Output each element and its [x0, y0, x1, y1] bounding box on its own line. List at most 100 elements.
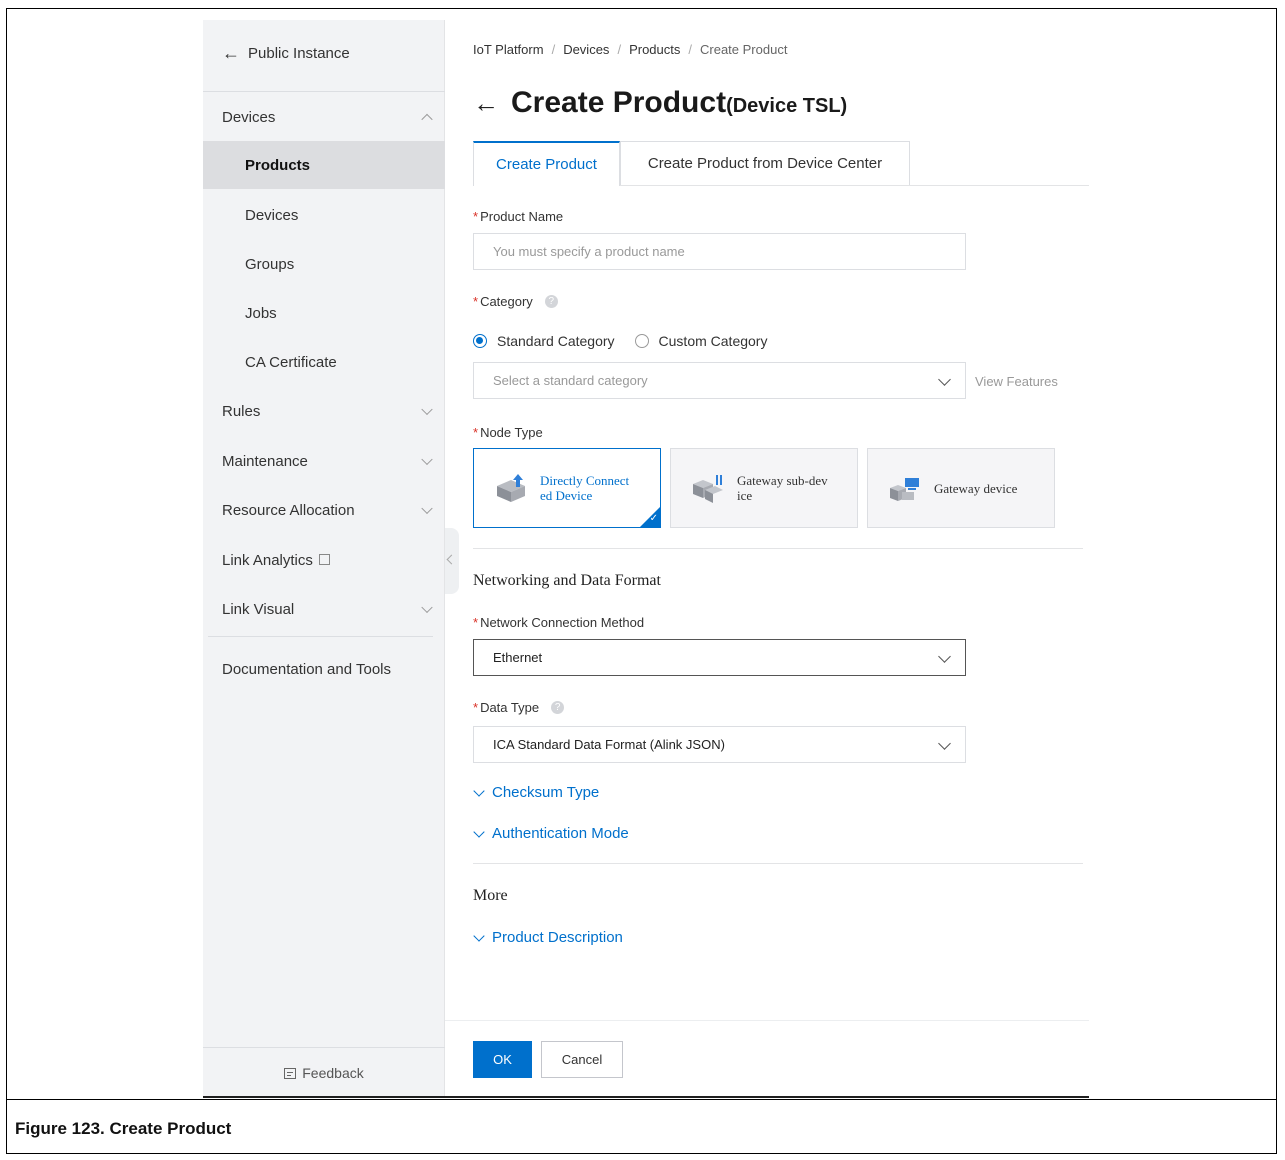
input-placeholder: You must specify a product name	[493, 244, 685, 259]
app-window: ← Public Instance Devices Products Devic…	[203, 20, 1089, 1099]
tab-create-product[interactable]: Create Product	[473, 141, 620, 186]
sidebar-item-ca-certificate[interactable]: CA Certificate	[203, 338, 445, 386]
breadcrumb-separator: /	[688, 42, 692, 57]
node-type-gateway-sub-device[interactable]: Gateway sub-dev ice	[670, 448, 858, 528]
expander-label: Product Description	[492, 929, 623, 946]
directly-connected-device-icon	[494, 472, 528, 504]
sidebar-section-rules[interactable]: Rules	[203, 387, 445, 435]
page-title-suffix: (Device TSL)	[726, 95, 848, 117]
chevron-down-icon	[473, 825, 485, 838]
section-divider	[473, 548, 1083, 549]
chevron-down-icon	[473, 784, 485, 797]
chevron-down-icon	[938, 650, 951, 663]
sidebar-section-maintenance[interactable]: Maintenance	[203, 437, 445, 485]
sidebar-collapse-handle[interactable]	[445, 528, 459, 594]
select-value: ICA Standard Data Format (Alink JSON)	[493, 737, 725, 752]
radio-label[interactable]: Standard Category	[497, 333, 615, 349]
product-name-input[interactable]: You must specify a product name	[473, 233, 966, 270]
section-divider	[473, 863, 1083, 864]
item-label: Groups	[245, 255, 295, 273]
feedback-button[interactable]: Feedback	[203, 1047, 445, 1098]
feedback-label: Feedback	[302, 1065, 364, 1081]
back-to-public-instance[interactable]: ← Public Instance	[222, 44, 350, 62]
sidebar-section-link-visual[interactable]: Link Visual	[203, 585, 445, 633]
breadcrumb-separator: /	[617, 42, 622, 57]
chevron-down-icon	[473, 929, 485, 942]
sidebar-item-devices[interactable]: Devices	[203, 191, 445, 239]
section-label: Link Analytics	[222, 551, 313, 569]
networking-section-title: Networking and Data Format	[473, 572, 661, 589]
section-label: Rules	[222, 402, 261, 420]
product-description-toggle[interactable]: Product Description	[473, 929, 623, 946]
node-type-directly-connected[interactable]: Directly Connect ed Device ✓	[473, 448, 661, 528]
section-label: Link Visual	[222, 600, 295, 618]
label-text: Data Type	[480, 700, 540, 715]
checksum-type-toggle[interactable]: Checksum Type	[473, 784, 599, 801]
section-label: Maintenance	[222, 452, 308, 470]
standard-category-select[interactable]: Select a standard category	[473, 362, 966, 399]
network-connection-label: * Network Connection Method	[473, 615, 644, 630]
radio-custom-category[interactable]	[634, 334, 649, 348]
item-label: Products	[245, 156, 311, 174]
tab-create-from-device-center[interactable]: Create Product from Device Center	[620, 141, 910, 185]
breadcrumb-item[interactable]: Products	[629, 42, 680, 57]
node-type-gateway-device[interactable]: Gateway device	[867, 448, 1055, 528]
tab-bar: Create Product Create Product from Devic…	[473, 141, 1089, 186]
help-icon[interactable]: ?	[551, 701, 565, 714]
sidebar-documentation-and-tools[interactable]: Documentation and Tools	[203, 645, 445, 693]
data-type-select[interactable]: ICA Standard Data Format (Alink JSON)	[473, 726, 966, 763]
cancel-button[interactable]: Cancel	[541, 1041, 623, 1078]
network-connection-select[interactable]: Ethernet	[473, 639, 966, 676]
back-arrow-icon[interactable]: ←	[473, 88, 499, 119]
radio-standard-category[interactable]	[473, 334, 487, 348]
sidebar-item-products[interactable]: Products	[203, 141, 445, 189]
expander-label: Authentication Mode	[492, 825, 629, 842]
chevron-down-icon	[421, 502, 433, 515]
help-icon[interactable]: ?	[544, 295, 558, 308]
radio-label[interactable]: Custom Category	[659, 333, 768, 349]
page-title: ← Create Product (Device TSL)	[473, 86, 847, 120]
label-text: Network Connection Method	[480, 615, 645, 630]
label-text: Product Name	[480, 209, 564, 224]
arrow-left-icon: ←	[222, 43, 240, 63]
more-section-title: More	[473, 887, 508, 904]
gateway-device-icon	[888, 472, 922, 504]
authentication-mode-toggle[interactable]: Authentication Mode	[473, 825, 629, 842]
sidebar-item-groups[interactable]: Groups	[203, 240, 445, 288]
sidebar: ← Public Instance Devices Products Devic…	[203, 20, 445, 1098]
node-type-text: Gateway device	[934, 480, 1018, 496]
external-link-icon	[318, 553, 330, 565]
main-content: IoT Platform / Devices / Products / Crea…	[473, 20, 1089, 1098]
feedback-icon	[284, 1067, 297, 1079]
chevron-down-icon	[421, 601, 433, 614]
ok-button[interactable]: OK	[473, 1041, 532, 1078]
sidebar-section-devices[interactable]: Devices	[203, 93, 445, 141]
item-label: Devices	[245, 206, 299, 224]
figure-caption: Figure 123. Create Product	[15, 1119, 232, 1138]
gateway-sub-device-icon	[691, 472, 725, 504]
required-asterisk: *	[473, 425, 479, 440]
breadcrumb-item[interactable]: Devices	[563, 42, 609, 57]
chevron-down-icon	[938, 737, 951, 750]
check-icon: ✓	[649, 513, 658, 524]
breadcrumb: IoT Platform / Devices / Products / Crea…	[473, 42, 787, 57]
sidebar-divider	[208, 636, 433, 637]
view-features-link[interactable]: View Features	[975, 374, 1058, 389]
node-type-label: * Node Type	[473, 425, 543, 440]
category-radio-group: Standard Category Custom Category	[473, 333, 767, 349]
node-type-text: Gateway sub-dev ice	[737, 473, 828, 503]
sidebar-section-link-analytics[interactable]: Link Analytics	[203, 536, 445, 584]
breadcrumb-item[interactable]: IoT Platform	[473, 42, 544, 57]
required-asterisk: *	[473, 209, 479, 224]
sidebar-section-resource-allocation[interactable]: Resource Allocation	[203, 486, 445, 534]
data-type-label: * Data Type ?	[473, 700, 565, 715]
caption-bar: Figure 123. Create Product	[7, 1099, 1276, 1153]
back-label: Public Instance	[248, 44, 350, 62]
sidebar-divider	[203, 91, 445, 92]
sidebar-item-jobs[interactable]: Jobs	[203, 289, 445, 337]
required-asterisk: *	[473, 700, 479, 715]
breadcrumb-current: Create Product	[700, 42, 788, 57]
required-asterisk: *	[473, 615, 479, 630]
product-name-label: * Product Name	[473, 209, 563, 224]
category-label: * Category ?	[473, 294, 558, 309]
